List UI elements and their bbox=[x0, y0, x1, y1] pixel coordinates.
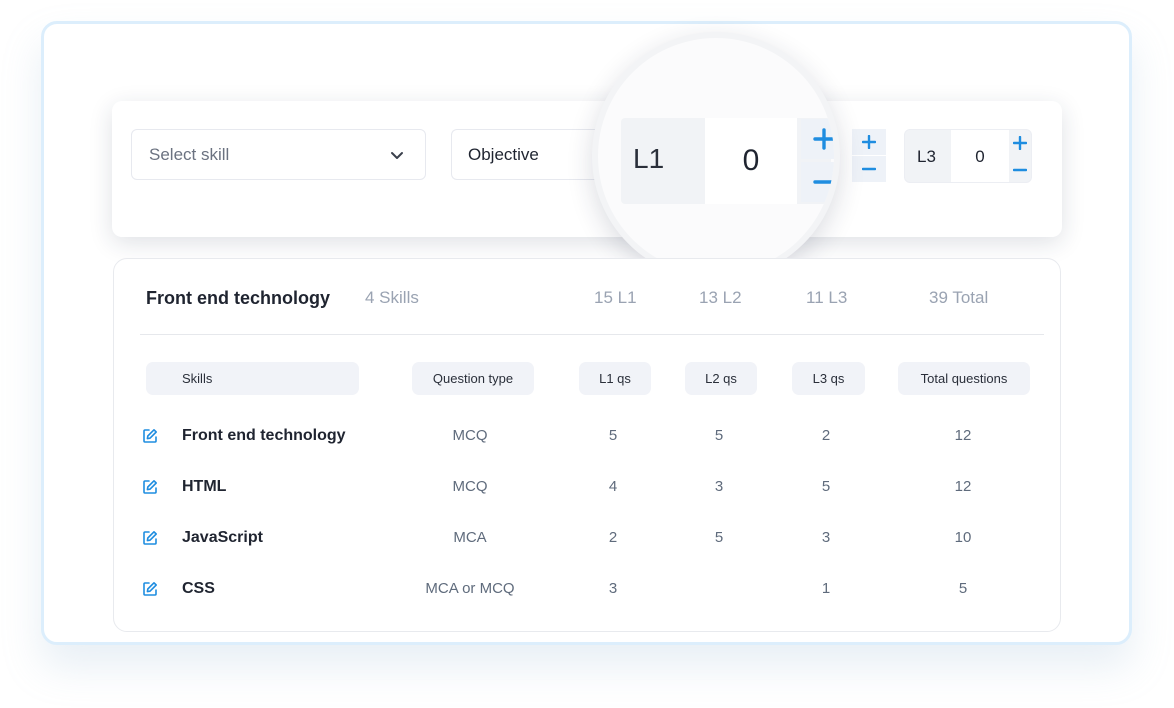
l1-stepper: L1 0 bbox=[621, 118, 834, 204]
l1-count: 2 bbox=[608, 529, 618, 546]
total-count: 12 bbox=[954, 478, 972, 495]
total-count: 10 bbox=[954, 529, 972, 546]
header-l2-qs: L2 qs bbox=[685, 362, 757, 395]
plus-icon bbox=[862, 135, 876, 149]
question-type: MCA or MCQ bbox=[425, 580, 515, 597]
chevron-down-icon bbox=[391, 152, 403, 159]
summary-l1-total: 15 L1 bbox=[594, 288, 637, 307]
header-l3-qs: L3 qs bbox=[792, 362, 865, 395]
summary-grand-total: 39 Total bbox=[929, 288, 989, 307]
l2-increment-button[interactable] bbox=[852, 129, 886, 155]
summary-l2-total: 13 L2 bbox=[699, 288, 742, 307]
header-question-type: Question type bbox=[412, 362, 534, 395]
l3-value-input[interactable]: 0 bbox=[951, 130, 1009, 182]
summary-l3-total: 11 L3 bbox=[806, 288, 848, 307]
summary-skills-count: 4 Skills bbox=[365, 288, 419, 307]
l3-increment-button[interactable] bbox=[1013, 130, 1031, 156]
total-count: 12 bbox=[954, 427, 972, 444]
question-type-value: Objective bbox=[468, 144, 539, 164]
skill-name: Front end technology bbox=[182, 427, 346, 444]
select-skill-placeholder: Select skill bbox=[149, 144, 230, 164]
skill-name: CSS bbox=[182, 580, 215, 597]
header-l1-qs: L1 qs bbox=[579, 362, 651, 395]
l3-decrement-button[interactable] bbox=[1013, 157, 1031, 182]
table-row: CSS MCA or MCQ 3 1 5 bbox=[0, 578, 1174, 602]
magnifier-lens: L1 0 bbox=[592, 32, 840, 280]
edit-icon[interactable] bbox=[142, 581, 158, 597]
select-skill-dropdown[interactable]: Select skill bbox=[131, 129, 426, 180]
l2-count: 5 bbox=[714, 427, 724, 444]
question-type: MCQ bbox=[452, 427, 488, 444]
minus-icon bbox=[1013, 168, 1027, 172]
table-row: HTML MCQ 4 3 5 12 bbox=[0, 476, 1174, 500]
header-skills: Skills bbox=[146, 362, 359, 395]
header-total-questions: Total questions bbox=[898, 362, 1030, 395]
l1-value-input[interactable]: 0 bbox=[705, 118, 797, 204]
edit-icon[interactable] bbox=[142, 428, 158, 444]
l1-label: L1 bbox=[633, 143, 665, 174]
l2-count: 5 bbox=[714, 529, 724, 546]
l1-count: 5 bbox=[608, 427, 618, 444]
summary-divider bbox=[140, 334, 1044, 335]
l3-label: L3 bbox=[917, 147, 936, 166]
question-type-select[interactable]: Objective bbox=[451, 129, 601, 180]
plus-icon bbox=[1013, 136, 1027, 150]
l3-count: 5 bbox=[821, 478, 831, 495]
table-row: JavaScript MCA 2 5 3 10 bbox=[0, 527, 1174, 551]
skill-name: JavaScript bbox=[182, 529, 263, 546]
edit-icon[interactable] bbox=[142, 479, 158, 495]
l3-stepper: L3 0 bbox=[904, 129, 1032, 183]
l3-count: 2 bbox=[821, 427, 831, 444]
question-type: MCQ bbox=[452, 478, 488, 495]
table-row: Front end technology MCQ 5 5 2 12 bbox=[0, 425, 1174, 449]
l3-count: 3 bbox=[821, 529, 831, 546]
l2-stepper bbox=[852, 129, 888, 183]
l2-decrement-button[interactable] bbox=[852, 156, 886, 182]
minus-icon bbox=[813, 180, 834, 184]
l1-count: 4 bbox=[608, 478, 618, 495]
l3-count: 1 bbox=[821, 580, 831, 597]
minus-icon bbox=[862, 167, 876, 171]
skill-name: HTML bbox=[182, 478, 227, 495]
total-count: 5 bbox=[958, 580, 968, 597]
summary-title: Front end technology bbox=[146, 288, 330, 308]
l1-increment-button[interactable] bbox=[801, 119, 834, 159]
l1-count: 3 bbox=[608, 580, 618, 597]
edit-icon[interactable] bbox=[142, 530, 158, 546]
question-type: MCA bbox=[453, 529, 487, 546]
plus-icon bbox=[813, 128, 834, 150]
l2-count: 3 bbox=[714, 478, 724, 495]
